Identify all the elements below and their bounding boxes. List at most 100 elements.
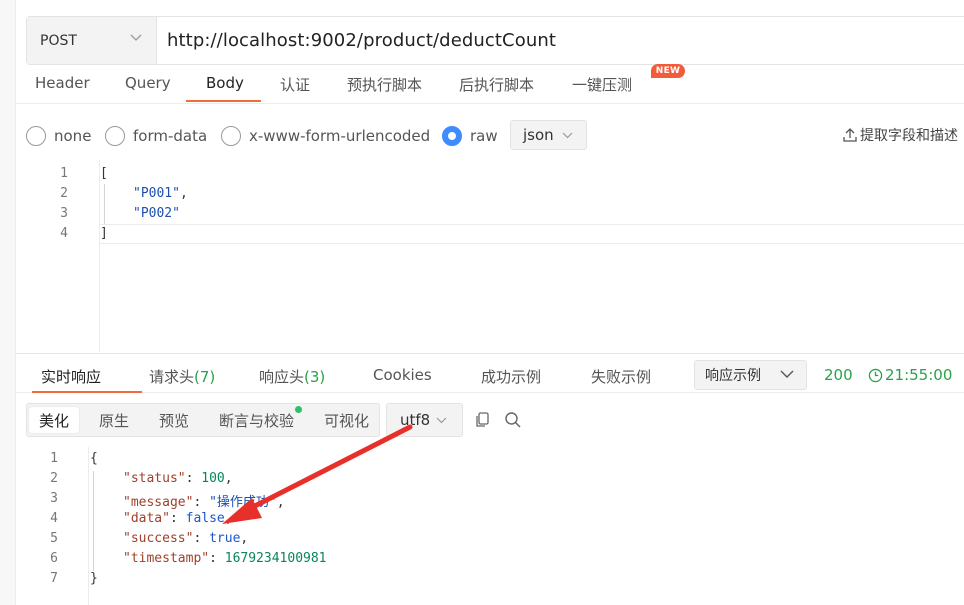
- radio-form-data-label: form-data: [133, 127, 208, 145]
- tab-request-headers[interactable]: 请求头(7): [149, 366, 215, 387]
- view-raw[interactable]: 原生: [89, 407, 139, 433]
- current-line-highlight: [100, 224, 964, 244]
- view-mode-group: 美化 原生 预览 断言与校验 可视化: [26, 403, 380, 437]
- tab-body[interactable]: Body: [206, 74, 244, 92]
- method-select[interactable]: POST: [27, 17, 157, 64]
- line-number: 1: [60, 166, 68, 181]
- line-number: 2: [50, 471, 58, 486]
- body-format-select[interactable]: json: [510, 120, 587, 150]
- response-time: 21:55:00: [868, 366, 952, 384]
- json-field: "success": true,: [123, 531, 249, 546]
- response-body-viewer[interactable]: 1 2 3 4 5 6 7 { "status": 100, "message"…: [16, 447, 964, 605]
- editor-gutter-divider: [99, 160, 100, 352]
- view-beautify[interactable]: 美化: [29, 407, 80, 433]
- view-preview[interactable]: 预览: [149, 407, 199, 433]
- json-key: "data": [123, 511, 170, 526]
- request-headers-count: (7): [194, 368, 216, 386]
- tab-cookies[interactable]: Cookies: [373, 366, 432, 384]
- code-string: "P002": [133, 206, 180, 221]
- tab-query[interactable]: Query: [125, 74, 171, 92]
- tab-response-headers[interactable]: 响应头(3): [259, 366, 325, 387]
- line-number: 7: [50, 571, 58, 586]
- line-number: 4: [60, 226, 68, 241]
- url-bar: POST http://localhost:9002/product/deduc…: [26, 16, 964, 65]
- response-headers-count: (3): [304, 368, 326, 386]
- line-number: 6: [50, 551, 58, 566]
- code-brace-open: {: [90, 451, 98, 466]
- encoding-select[interactable]: utf8: [386, 403, 463, 437]
- new-badge: NEW: [651, 64, 685, 78]
- radio-urlencoded[interactable]: x-www-form-urlencoded: [221, 126, 430, 146]
- code-comma: ,: [179, 186, 188, 201]
- view-visualize[interactable]: 可视化: [314, 407, 379, 433]
- json-field: "message": "操作成功",: [123, 495, 285, 510]
- search-icon[interactable]: [504, 411, 522, 429]
- indent-guide: [93, 471, 94, 571]
- json-field: "timestamp": 1679234100981: [123, 551, 327, 566]
- tab-request-headers-label: 请求头: [149, 368, 195, 386]
- clock-icon: [868, 368, 883, 382]
- view-assert[interactable]: 断言与校验: [209, 407, 304, 433]
- assert-status-dot: [295, 406, 302, 413]
- line-number: 3: [50, 491, 58, 506]
- json-value: 1679234100981: [224, 551, 327, 566]
- copy-icon[interactable]: [474, 411, 492, 429]
- response-example-label: 响应示例: [705, 368, 761, 384]
- chevron-down-icon: [130, 34, 142, 41]
- request-body-editor[interactable]: 1 2 3 4 [ "P001", "P002" ]: [16, 160, 964, 352]
- line-number: 1: [50, 451, 58, 466]
- json-value: true: [209, 531, 241, 546]
- radio-circle-selected: [442, 126, 462, 146]
- encoding-label: utf8: [400, 411, 431, 429]
- url-input[interactable]: http://localhost:9002/product/deductCoun…: [157, 17, 556, 64]
- body-type-row: none form-data x-www-form-urlencoded raw…: [26, 120, 964, 152]
- response-example-select[interactable]: 响应示例: [694, 360, 807, 390]
- chevron-down-icon: [780, 370, 794, 378]
- code-string: "P001": [133, 186, 180, 201]
- radio-raw[interactable]: raw: [442, 126, 498, 146]
- method-label: POST: [40, 32, 77, 49]
- extract-fields-label: 提取字段和描述: [860, 128, 958, 144]
- indent-guide: [104, 184, 105, 224]
- chevron-down-icon: [562, 132, 573, 138]
- tab-success-example[interactable]: 成功示例: [481, 366, 541, 387]
- radio-none-label: none: [54, 127, 92, 145]
- json-key: "success": [123, 531, 194, 546]
- status-code: 200: [824, 366, 853, 384]
- json-field: "status": 100,: [123, 471, 233, 486]
- line-number: 4: [50, 511, 58, 526]
- radio-form-data[interactable]: form-data: [105, 126, 207, 146]
- response-time-value: 21:55:00: [885, 366, 953, 384]
- editor-gutter-divider: [88, 447, 89, 605]
- active-tab-indicator: [186, 100, 261, 102]
- code-bracket-close: ]: [100, 226, 108, 241]
- left-panel-edge: [0, 0, 16, 605]
- json-key: "message": [123, 495, 194, 510]
- radio-none[interactable]: none: [26, 126, 91, 146]
- json-value: false: [185, 511, 225, 526]
- json-value: 100: [201, 471, 225, 486]
- json-key: "status": [123, 471, 186, 486]
- tab-response-headers-label: 响应头: [259, 368, 305, 386]
- json-value: "操作成功": [209, 495, 277, 510]
- json-field: "data": false,: [123, 511, 233, 526]
- active-tab-indicator: [32, 391, 142, 393]
- radio-raw-label: raw: [470, 127, 498, 145]
- tab-realtime-response[interactable]: 实时响应: [41, 366, 101, 387]
- radio-circle: [221, 126, 241, 146]
- line-number: 3: [60, 206, 68, 221]
- tab-fail-example[interactable]: 失败示例: [591, 366, 651, 387]
- radio-circle: [105, 126, 125, 146]
- tab-post-script[interactable]: 后执行脚本: [459, 74, 534, 95]
- tab-stress-test[interactable]: 一键压测: [572, 74, 632, 95]
- chevron-down-icon: [436, 417, 447, 423]
- tab-header[interactable]: Header: [35, 74, 90, 92]
- extract-fields-button[interactable]: 提取字段和描述: [842, 125, 958, 145]
- line-number: 5: [50, 531, 58, 546]
- radio-circle: [26, 126, 46, 146]
- tab-pre-script[interactable]: 预执行脚本: [347, 74, 422, 95]
- tab-auth[interactable]: 认证: [280, 74, 310, 95]
- upload-icon: [843, 128, 857, 142]
- line-number: 2: [60, 186, 68, 201]
- code-brace-close: }: [90, 571, 98, 586]
